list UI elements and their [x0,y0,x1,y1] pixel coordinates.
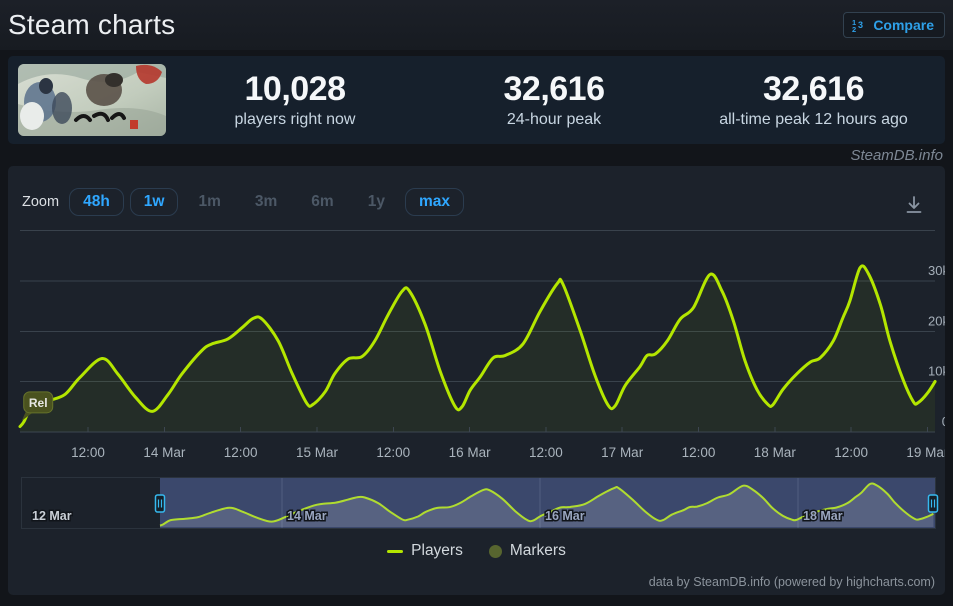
navigator-right-handle-body[interactable] [929,495,938,512]
stat-24h-peak: 32,616 24-hour peak [434,70,674,129]
compare-123-icon: 1 2 3 [852,18,867,33]
x-axis-label-12:00: 12:00 [71,445,105,460]
navigator-left-handle[interactable] [155,495,164,512]
x-axis-label-15 Mar: 15 Mar [296,445,339,460]
legend-item-players[interactable]: Players [387,542,463,560]
compare-button[interactable]: 1 2 3 Compare [843,12,945,38]
legend-item-markers[interactable]: Markers [489,542,566,560]
zoom-button-6m: 6m [297,188,347,216]
zoom-button-3m: 3m [241,188,291,216]
x-axis-label-12:00: 12:00 [834,445,868,460]
zoom-button-1w[interactable]: 1w [130,188,179,216]
alltime-peak-label: all-time peak 12 hours ago [674,111,953,129]
zoom-label: Zoom [22,194,59,210]
svg-text:3: 3 [858,20,863,30]
y-axis-label-10k: 10k [928,364,945,379]
alltime-peak-value: 32,616 [674,70,953,108]
game-capsule-art [18,64,166,136]
x-axis-label-19 Mar: 19 Mar [906,445,945,460]
navigator-left-handle-body[interactable] [155,495,164,512]
navigator-label-14-Mar: 14 Mar [287,509,327,523]
stat-current-players: 10,028 players right now [175,70,415,129]
stats-panel: 10,028 players right now 32,616 24-hour … [8,56,945,144]
download-icon[interactable] [903,194,925,216]
zoom-button-48h[interactable]: 48h [69,188,124,216]
x-axis-label-18 Mar: 18 Mar [754,445,797,460]
x-axis-label-17 Mar: 17 Mar [601,445,644,460]
x-axis-label-12:00: 12:00 [224,445,258,460]
x-axis-label-12:00: 12:00 [376,445,410,460]
svg-text:2: 2 [852,25,856,33]
y-axis-label-30k: 30k [928,263,945,278]
steamdb-watermark: SteamDB.info [850,147,943,164]
navigator[interactable]: 12 Mar 14 Mar 16 Mar 18 Mar [22,478,938,529]
current-players-value: 10,028 [175,70,415,108]
compare-button-label: Compare [873,17,934,33]
release-flag-label: Rel [29,396,48,410]
stat-alltime-peak: 32,616 all-time peak 12 hours ago [674,70,953,129]
zoom-button-max[interactable]: max [405,188,464,216]
chart-credit: data by SteamDB.info (powered by highcha… [649,575,935,589]
24h-peak-value: 32,616 [434,70,674,108]
navigator-label-12-Mar: 12 Mar [32,509,72,523]
zoom-toolbar: Zoom 48h1w1m3m6m1ymax [22,188,470,216]
y-axis-label-0: 0 [942,414,945,429]
zoom-button-1y: 1y [354,188,399,216]
page-header: Steam charts 1 2 3 Compare [0,0,953,50]
x-axis-label-16 Mar: 16 Mar [449,445,492,460]
x-axis-label-12:00: 12:00 [529,445,563,460]
navigator-right-handle[interactable] [929,495,938,512]
legend-markers-label: Markers [510,542,566,560]
x-axis-label-14 Mar: 14 Mar [143,445,186,460]
legend-players-label: Players [411,542,463,560]
player-count-chart[interactable]: 0 10k 20k 30k 12:00 14 Mar 12:00 15 Mar 12:00 16 … [8,166,945,595]
players-line-swatch [387,550,403,553]
page-title: Steam charts [8,9,175,41]
y-axis-label-20k: 20k [928,313,945,328]
x-axis-label-12:00: 12:00 [682,445,716,460]
game-capsule-image[interactable] [18,64,166,136]
markers-dot-swatch [489,545,502,558]
24h-peak-label: 24-hour peak [434,111,674,129]
zoom-button-1m: 1m [184,188,234,216]
chart-legend: Players Markers [8,542,945,560]
current-players-label: players right now [175,111,415,129]
chart-panel: 0 10k 20k 30k 12:00 14 Mar 12:00 15 Mar 12:00 16 … [8,166,945,595]
navigator-label-18-Mar: 18 Mar [803,509,843,523]
navigator-label-16-Mar: 16 Mar [545,509,585,523]
